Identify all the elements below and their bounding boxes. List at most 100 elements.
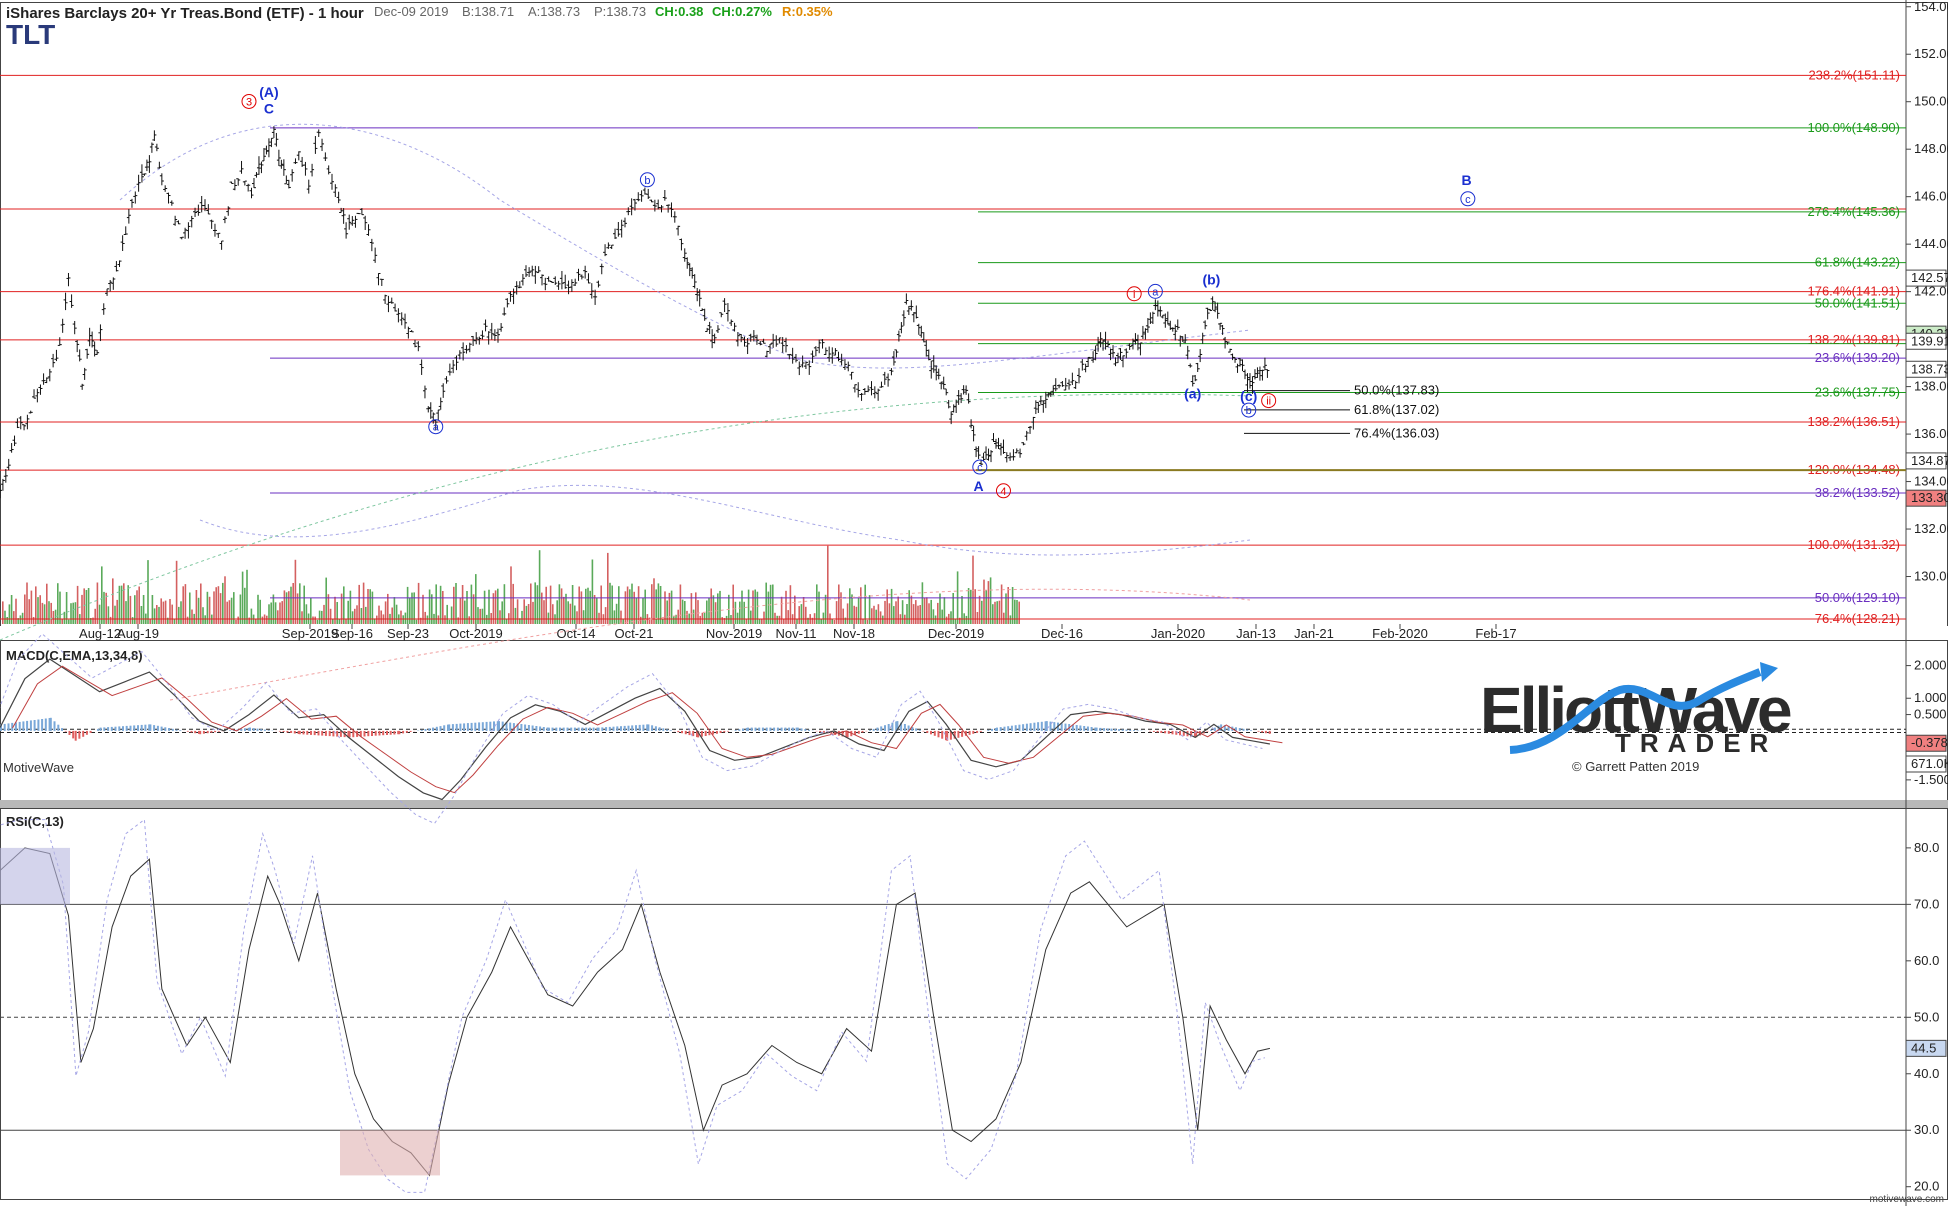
macd-histogram-bar [750,727,753,731]
volume-bar [666,600,668,624]
macd-histogram-bar [887,724,890,731]
x-tick-label: Dec-16 [1041,626,1083,641]
volume-bar [57,583,59,624]
footer-url: motivewave.com [1870,1194,1944,1205]
volume-bar [774,612,776,624]
macd-histogram-bar [738,729,741,731]
volume-bar [637,586,640,624]
macd-histogram-bar [922,730,925,732]
macd-histogram-bar [535,726,538,731]
logo-copyright: © Garrett Patten 2019 [1572,759,1699,774]
volume-bar [450,606,453,624]
macd-histogram-bar [386,730,388,735]
volume-bar [50,602,52,624]
macd-histogram-bar [1045,721,1048,731]
volume-bar [503,584,506,624]
volume-bar [866,619,869,624]
volume-bar [721,617,723,624]
volume-bar [651,584,653,624]
fib-label-red: 100.0%(131.32) [1807,537,1900,552]
volume-bar [697,600,699,624]
macd-histogram-bar [107,727,110,731]
volume-bar [745,619,748,624]
volume-bar [932,609,935,624]
volume-bar [734,601,737,624]
volume-bar [362,582,365,624]
volume-bar [2,601,4,624]
volume-bar [501,601,503,624]
volume-bar [897,596,899,624]
macd-histogram-bar [773,727,776,731]
volume-last-tag: 671.0K [1911,756,1948,771]
macd-histogram-bar [206,730,209,734]
macd-histogram-bar [700,730,703,737]
volume-bar [934,615,937,624]
macd-histogram-bar [1022,724,1025,731]
macd-histogram-bar [559,727,561,731]
volume-bar [725,615,728,624]
volume-bar [530,583,532,624]
volume-bar [787,610,789,624]
volume-bar [228,600,231,624]
macd-histogram-bar [214,730,217,733]
macd-histogram-bar [509,722,512,731]
volume-bar [569,603,572,624]
volume-bar [26,582,28,624]
volume-bar [893,606,895,624]
x-tick-label: Aug-19 [117,626,159,641]
macd-histogram-bar [448,724,451,731]
fib-label-red: 76.4%(128.21) [1815,611,1900,626]
macd-histogram-bar [623,725,626,731]
volume-bar [153,608,156,624]
volume-bar [21,612,24,624]
fib-label-red: 138.2%(139.81) [1807,332,1900,347]
macd-histogram-bar [99,727,102,731]
volume-bar [439,585,442,624]
chart-title: iShares Barclays 20+ Yr Treas.Bond (ETF)… [6,5,364,22]
macd-histogram-bar [761,727,764,731]
macd-histogram-bar [61,728,63,731]
macd-histogram-bar [734,730,737,731]
y-tick-label: 150.00 [1914,94,1948,109]
x-tick-label: Sep-23 [387,626,429,641]
macd-histogram-bar [968,730,971,735]
volume-bar [926,597,928,624]
volume-bar [35,586,37,624]
volume-bar [950,611,952,624]
volume-bar [853,605,855,624]
macd-histogram-bar [190,730,193,733]
volume-bar [347,600,349,624]
macd-histogram-bar [524,724,527,731]
macd-histogram-bar [133,725,136,731]
macd-histogram-bar [1268,730,1271,734]
volume-bar [52,611,55,624]
macd-histogram-bar [72,730,75,739]
volume-bar [884,600,886,624]
macd-histogram-bar [263,729,266,731]
macd-histogram-bar [999,727,1002,731]
price-tag: 142.57 [1911,270,1948,285]
volume-bar [937,602,939,624]
volume-bar [404,612,407,624]
volume-bar [241,571,244,624]
macd-histogram-bar [210,730,213,733]
volume-bar [217,586,220,624]
volume-bar [582,610,585,624]
volume-bar [514,607,517,624]
volume-bar [239,594,242,624]
macd-histogram-bar [857,730,860,734]
volume-bar [268,604,270,624]
macd-histogram-bar [459,723,462,731]
volume-bar [479,608,481,624]
macd-histogram-bar [382,730,385,736]
volume-bar [208,596,211,624]
macd-histogram-bar [481,722,484,731]
volume-bar [532,601,534,624]
volume-bar [250,608,253,624]
volume-bar [882,615,884,624]
macd-histogram-bar [1164,730,1167,734]
wave-label: b [1246,405,1252,417]
volume-bar [46,583,48,624]
macd-histogram-bar [252,728,255,731]
volume-bar [365,606,367,624]
